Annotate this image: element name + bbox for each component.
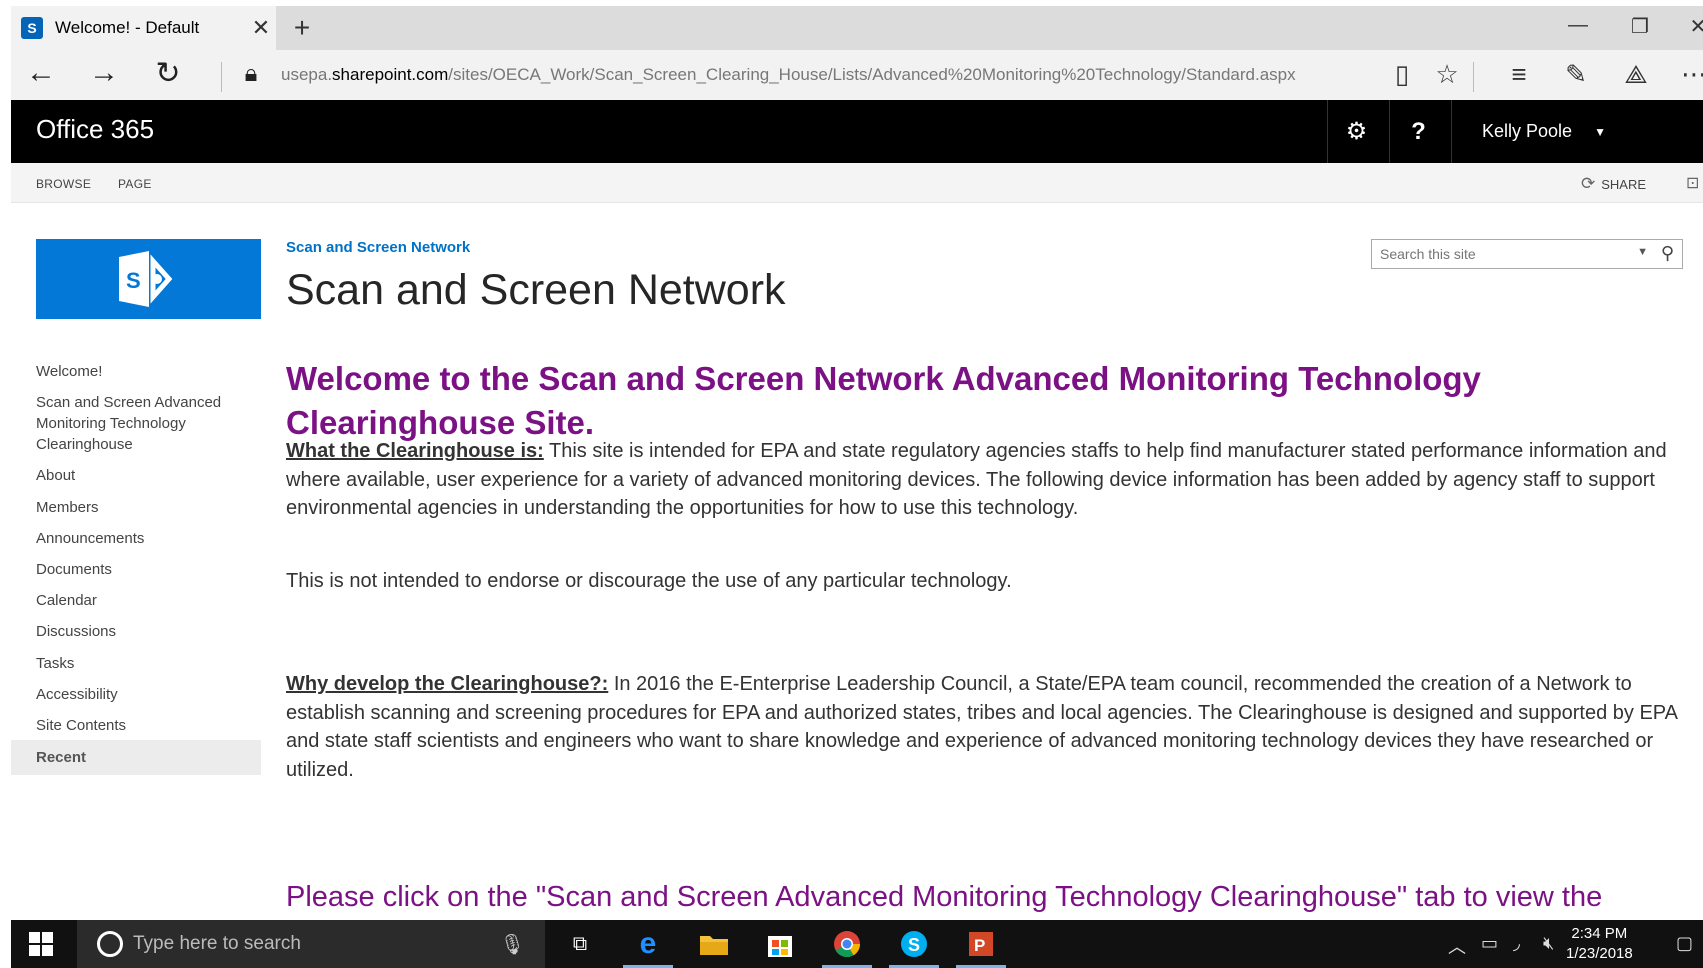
more-icon[interactable]: ⋯ xyxy=(1676,59,1703,90)
quicklaunch-item-members[interactable]: Members xyxy=(11,497,261,518)
new-tab-icon[interactable]: + xyxy=(287,12,317,44)
what-paragraph: What the Clearinghouse is: This site is … xyxy=(286,437,1686,523)
windows-taskbar: Type here to search 🎙︎ ⧉ e S P ︿ ▭ ◞ 🔇︎ … xyxy=(11,920,1703,968)
quicklaunch-item-discussions[interactable]: Discussions xyxy=(11,621,261,642)
tab-browse[interactable]: BROWSE xyxy=(36,177,91,191)
quicklaunch-item-clearinghouse[interactable]: Scan and Screen Advanced Monitoring Tech… xyxy=(11,392,226,455)
quicklaunch-item-tasks[interactable]: Tasks xyxy=(11,653,261,674)
divider xyxy=(221,62,222,92)
close-tab-icon[interactable]: ✕ xyxy=(246,15,276,41)
quicklaunch-item-announcements[interactable]: Announcements xyxy=(11,528,261,549)
sharepoint-favicon-icon: S xyxy=(21,17,43,39)
powerpoint-icon[interactable]: P xyxy=(956,928,1006,968)
wifi-icon[interactable]: ◞ xyxy=(1513,933,1520,954)
what-lead: What the Clearinghouse is: xyxy=(286,440,544,462)
quicklaunch-item-calendar[interactable]: Calendar xyxy=(11,590,261,611)
action-center-icon[interactable]: ▢ xyxy=(1676,933,1693,954)
edge-icon[interactable]: e xyxy=(623,927,673,968)
favorite-star-icon[interactable]: ☆ xyxy=(1429,59,1465,90)
chevron-down-icon: ▼ xyxy=(1594,124,1606,139)
file-explorer-icon[interactable] xyxy=(697,928,731,960)
url-prefix: usepa. xyxy=(281,65,333,84)
page-title: Scan and Screen Network xyxy=(286,266,786,314)
minimize-icon[interactable]: — xyxy=(1563,14,1593,37)
divider xyxy=(1473,62,1474,92)
quicklaunch-item-recent[interactable]: Recent xyxy=(11,740,261,775)
why-paragraph: Why develop the Clearinghouse?: In 2016 … xyxy=(286,670,1686,784)
sharepoint-logo-icon: S xyxy=(118,251,172,307)
hub-icon[interactable]: ≡ xyxy=(1501,59,1537,90)
office365-brand[interactable]: Office 365 xyxy=(36,114,154,145)
back-icon[interactable]: ← xyxy=(21,56,61,90)
clock-time: 2:34 PM xyxy=(1571,925,1628,942)
clock-date: 1/23/2018 xyxy=(1566,945,1633,962)
quicklaunch-item-documents[interactable]: Documents xyxy=(11,559,261,580)
skype-icon[interactable]: S xyxy=(889,928,939,968)
microphone-icon[interactable]: 🎙︎ xyxy=(500,932,525,957)
welcome-heading: Welcome to the Scan and Screen Network A… xyxy=(286,360,1481,441)
volume-muted-icon[interactable]: 🔇︎ xyxy=(1543,933,1554,954)
svg-text:S: S xyxy=(126,268,141,293)
share-icon: ⟳ xyxy=(1581,174,1596,193)
search-input[interactable] xyxy=(1372,240,1622,268)
ribbon: BROWSE PAGE ⟳ SHARE ⊡ xyxy=(11,163,1703,203)
url-host: sharepoint.com xyxy=(332,65,449,84)
quick-launch: Welcome! Scan and Screen Advanced Monito… xyxy=(11,361,261,775)
why-lead: Why develop the Clearinghouse?: xyxy=(286,673,609,695)
site-logo[interactable]: S xyxy=(36,239,261,319)
url-path: /sites/OECA_Work/Scan_Screen_Clearing_Ho… xyxy=(448,65,1296,84)
share-button[interactable]: ⟳ SHARE xyxy=(1581,174,1646,194)
forward-icon[interactable]: → xyxy=(84,56,124,90)
battery-icon[interactable]: ▭ xyxy=(1481,933,1498,954)
site-search-box: ▼ ⚲ xyxy=(1371,239,1683,269)
cortana-icon xyxy=(97,931,123,957)
user-name: Kelly Poole xyxy=(1482,121,1573,141)
address-bar: ← → ↻ 🔒︎ usepa.sharepoint.com/sites/OECA… xyxy=(11,50,1703,100)
browser-tab[interactable]: S Welcome! - Default ✕ xyxy=(11,6,276,50)
quicklaunch-item-about[interactable]: About xyxy=(11,465,261,486)
taskbar-search-placeholder: Type here to search xyxy=(133,933,301,954)
restore-icon[interactable]: ❐ xyxy=(1625,14,1655,39)
quicklaunch-item-site-contents[interactable]: Site Contents xyxy=(11,715,261,736)
store-icon[interactable] xyxy=(763,928,797,960)
windows-start-icon[interactable] xyxy=(29,932,53,961)
quicklaunch-item-welcome[interactable]: Welcome! xyxy=(11,361,261,382)
task-view-icon[interactable]: ⧉ xyxy=(563,928,597,960)
svg-text:P: P xyxy=(974,936,985,955)
share-icon[interactable]: ⟁ xyxy=(1618,59,1654,91)
instruction-text: Please click on the "Scan and Screen Adv… xyxy=(286,881,1603,913)
close-window-icon[interactable]: ✕ xyxy=(1683,14,1703,39)
browser-tab-strip: S Welcome! - Default ✕ + — ❐ ✕ xyxy=(11,6,1703,50)
disclaimer-text: This is not intended to endorse or disco… xyxy=(286,570,1012,592)
search-scope-dropdown-icon[interactable]: ▼ xyxy=(1637,246,1648,258)
settings-gear-icon[interactable]: ⚙ xyxy=(1327,100,1385,163)
office365-suite-bar: Office 365 ⚙ ? Kelly Poole ▼ xyxy=(11,100,1703,163)
quicklaunch-item-accessibility[interactable]: Accessibility xyxy=(11,684,261,705)
lock-icon: 🔒︎ xyxy=(244,60,258,87)
show-hidden-icons-chevron-icon[interactable]: ︿ xyxy=(1448,933,1466,959)
screen: S Welcome! - Default ✕ + — ❐ ✕ ← → ↻ 🔒︎ … xyxy=(11,6,1703,968)
web-note-icon[interactable]: ✎ xyxy=(1558,59,1594,90)
focus-content-icon[interactable]: ⊡ xyxy=(1686,173,1699,193)
tab-page[interactable]: PAGE xyxy=(118,177,152,191)
svg-text:S: S xyxy=(908,935,920,955)
help-button[interactable]: ? xyxy=(1389,100,1447,163)
taskbar-clock[interactable]: 2:34 PM 1/23/2018 xyxy=(1566,924,1633,964)
url-field[interactable]: usepa.sharepoint.com/sites/OECA_Work/Sca… xyxy=(281,65,1296,85)
search-icon[interactable]: ⚲ xyxy=(1661,243,1674,264)
taskbar-search-box[interactable]: Type here to search 🎙︎ xyxy=(77,920,545,968)
tab-title: Welcome! - Default xyxy=(55,18,200,37)
user-menu[interactable]: Kelly Poole ▼ xyxy=(1451,100,1703,163)
share-label: SHARE xyxy=(1601,176,1647,192)
refresh-icon[interactable]: ↻ xyxy=(148,56,188,91)
reading-view-icon[interactable]: ▯ xyxy=(1384,59,1420,90)
chrome-icon[interactable] xyxy=(822,928,872,968)
